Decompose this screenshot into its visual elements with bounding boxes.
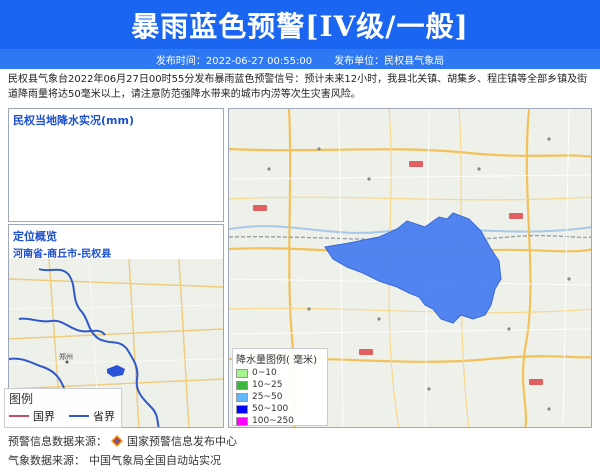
country-border-swatch (9, 415, 29, 417)
publisher: 发布单位：民权县气象局 (334, 55, 445, 67)
warning-source-label: 预警信息数据来源： (8, 435, 107, 448)
rainfall-swatch (236, 404, 248, 414)
rainfall-legend: 降水量图例( 毫米) 0~10 10~25 25~50 50~100 100~2… (232, 348, 328, 426)
warning-source-line: 预警信息数据来源： 国家预警信息发布中心 (8, 433, 237, 449)
legend-row: 国界 省界 (5, 408, 121, 424)
province-border-swatch (69, 415, 89, 417)
warning-center-logo-icon (111, 435, 123, 447)
map-legend: 图例 国界 省界 (4, 388, 122, 428)
rainfall-swatch (236, 392, 248, 402)
rainfall-swatch (236, 380, 248, 390)
rainfall-legend-item: 25~50 (236, 391, 324, 403)
rainfall-legend-title: 降水量图例( 毫米) (236, 355, 317, 366)
warning-title: 暴雨蓝色预警[IV级/一般] (131, 9, 469, 43)
rainfall-range-label: 0~10 (252, 368, 277, 378)
publish-time: 发布时间：2022-06-27 00:55:00 (155, 55, 313, 67)
rainfall-legend-item: 0~10 (236, 367, 324, 379)
rainfall-swatch (236, 368, 248, 378)
rain-panel-title: 民权当地降水实况(mm) (13, 114, 134, 127)
weather-source-label: 气象数据来源： (8, 454, 85, 467)
location-panel-title: 定位概览 (13, 230, 57, 243)
rainfall-range-label: 50~100 (252, 404, 289, 414)
warning-source-value: 国家预警信息发布中心 (127, 435, 237, 448)
weather-source-line: 气象数据来源： 中国气象局全国自动站实况 (8, 452, 221, 468)
weather-source-value: 中国气象局全国自动站实况 (89, 454, 221, 467)
rain-observation-panel: 民权当地降水实况(mm) (8, 108, 224, 222)
warning-header: 暴雨蓝色预警[IV级/一般] (0, 0, 600, 49)
legend-province-label: 省界 (93, 410, 115, 423)
legend-country-label: 国界 (33, 410, 55, 423)
rainfall-swatch (236, 416, 248, 426)
rainfall-legend-item: 10~25 (236, 379, 324, 391)
legend-title: 图例 (9, 392, 34, 406)
rainfall-legend-item: 50~100 (236, 403, 324, 415)
rainfall-legend-item: 100~250 (236, 415, 324, 427)
rainfall-range-label: 100~250 (252, 416, 294, 426)
rainfall-range-label: 25~50 (252, 392, 283, 402)
warning-description: 民权县气象台2022年06月27日00时55分发布暴雨蓝色预警信号：预计未来12… (8, 74, 588, 100)
city-label-zhengzhou: 郑州 (59, 353, 73, 361)
rainfall-range-label: 10~25 (252, 380, 283, 390)
meta-bar: 发布时间：2022-06-27 00:55:00 发布单位：民权县气象局 (0, 49, 600, 69)
